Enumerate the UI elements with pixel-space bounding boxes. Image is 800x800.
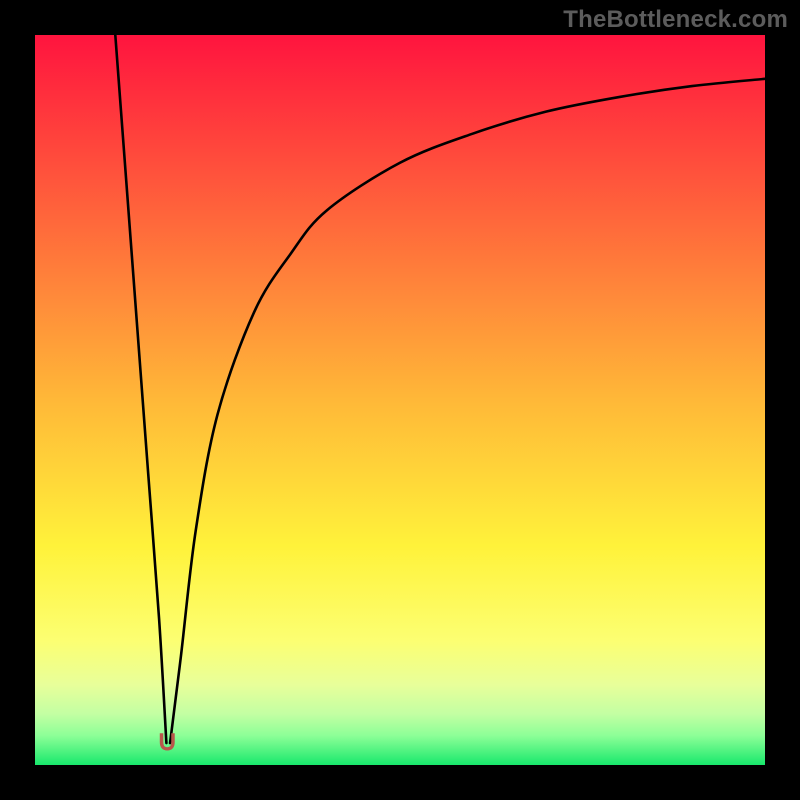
minimum-marker: ∪ (156, 727, 178, 755)
plot-area: ∪ (35, 35, 765, 765)
gradient-background (35, 35, 765, 765)
watermark-text: TheBottleneck.com (563, 6, 788, 34)
chart-frame: TheBottleneck.com ∪ (0, 0, 800, 800)
